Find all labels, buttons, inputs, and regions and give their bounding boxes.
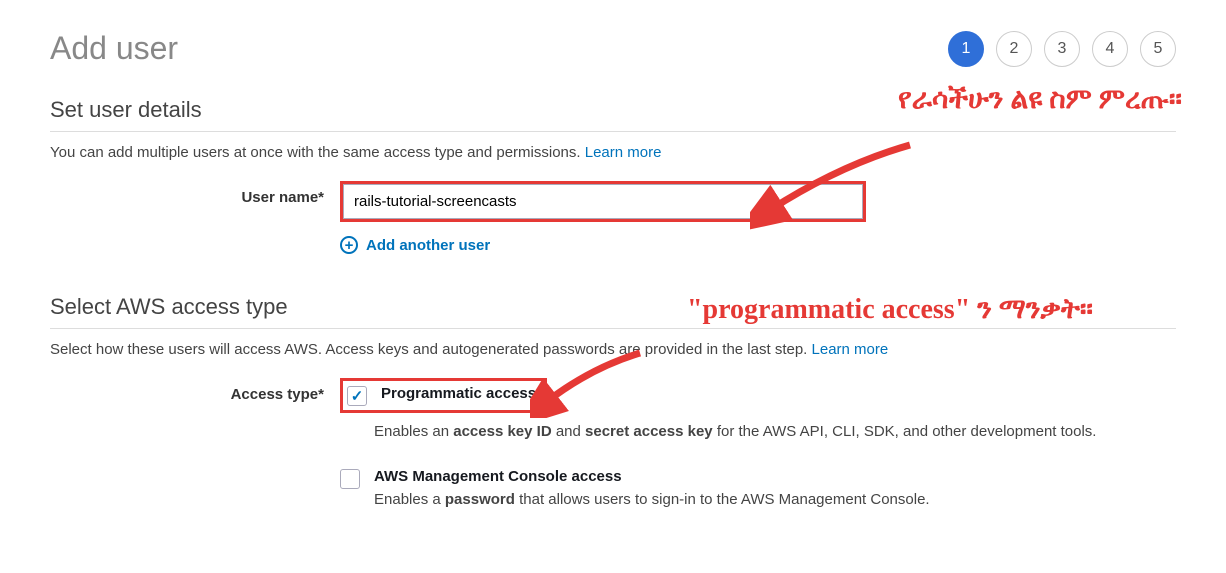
section-access-type-desc: Select how these users will access AWS. … — [50, 341, 1176, 358]
programmatic-access-checkbox[interactable] — [347, 386, 367, 406]
annotation-highlight-programmatic: Programmatic access — [340, 378, 547, 413]
step-3[interactable]: 3 — [1044, 31, 1080, 67]
step-4[interactable]: 4 — [1092, 31, 1128, 67]
page-title: Add user — [50, 30, 178, 67]
username-label: User name* — [50, 181, 340, 206]
step-5[interactable]: 5 — [1140, 31, 1176, 67]
step-indicator: 1 2 3 4 5 — [948, 31, 1176, 67]
programmatic-access-title: Programmatic access — [381, 385, 536, 402]
step-2[interactable]: 2 — [996, 31, 1032, 67]
section-access-type-title: Select AWS access type — [50, 294, 1176, 329]
access-type-label: Access type* — [50, 378, 340, 403]
console-access-title: AWS Management Console access — [374, 468, 1034, 485]
learn-more-link[interactable]: Learn more — [585, 144, 662, 161]
section-set-user-details-title: Set user details — [50, 97, 1176, 132]
console-access-checkbox[interactable] — [340, 469, 360, 489]
annotation-highlight-username — [340, 181, 866, 222]
programmatic-access-desc: Enables an access key ID and secret acce… — [374, 421, 1176, 444]
plus-icon: + — [340, 236, 358, 254]
step-1[interactable]: 1 — [948, 31, 984, 67]
console-access-desc: Enables a password that allows users to … — [374, 489, 1034, 512]
add-another-user-button[interactable]: + Add another user — [340, 236, 1176, 254]
add-another-user-label: Add another user — [366, 237, 490, 254]
section-set-user-details-desc: You can add multiple users at once with … — [50, 144, 1176, 161]
learn-more-link-2[interactable]: Learn more — [812, 341, 889, 358]
username-input[interactable] — [343, 184, 863, 219]
